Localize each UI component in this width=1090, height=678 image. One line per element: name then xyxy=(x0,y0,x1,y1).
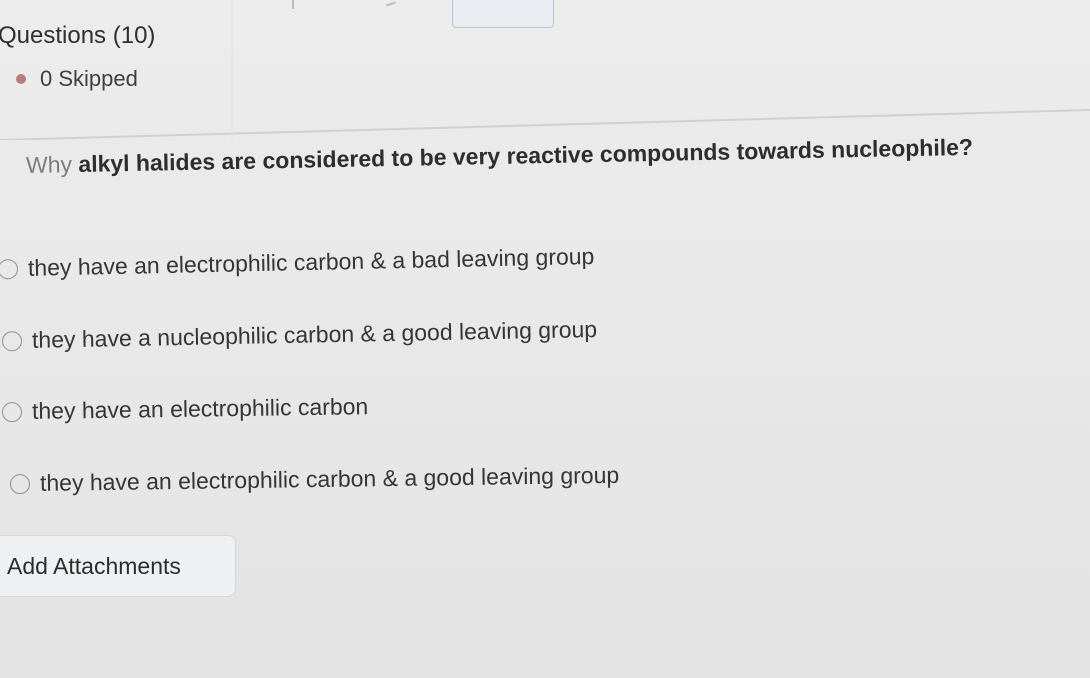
radio-button-icon[interactable] xyxy=(9,473,31,494)
question-text: Why alkyl halides are considered to be v… xyxy=(26,134,973,179)
top-tick-mark xyxy=(292,0,294,9)
answer-option-1[interactable]: they have an electrophilic carbon & a ba… xyxy=(0,242,595,282)
add-attachments-label: Add Attachments xyxy=(7,552,181,579)
skipped-dot-icon xyxy=(16,74,26,84)
answer-option-3[interactable]: they have an electrophilic carbon xyxy=(1,393,369,425)
answer-option-2[interactable]: they have a nucleophilic carbon & a good… xyxy=(1,315,598,354)
radio-button-icon[interactable] xyxy=(1,330,23,351)
skipped-status: 0 Skipped xyxy=(16,66,138,92)
answer-option-4[interactable]: they have an electrophilic carbon & a go… xyxy=(9,461,620,497)
add-attachments-button[interactable]: Add Attachments xyxy=(0,535,236,597)
radio-button-icon[interactable] xyxy=(0,258,19,279)
answer-option-label: they have a nucleophilic carbon & a good… xyxy=(31,315,598,353)
answer-option-label: they have an electrophilic carbon xyxy=(31,393,369,424)
questions-title: Questions (10) xyxy=(0,22,156,49)
skipped-count: 0 Skipped xyxy=(40,66,138,91)
top-toolbar-tab[interactable] xyxy=(452,0,554,28)
question-prefix: Why xyxy=(25,151,73,178)
radio-button-icon[interactable] xyxy=(1,401,23,422)
question-body: alkyl halides are considered to be very … xyxy=(71,133,974,178)
answer-option-label: they have an electrophilic carbon & a go… xyxy=(39,461,620,496)
answer-option-label: they have an electrophilic carbon & a ba… xyxy=(27,242,595,281)
